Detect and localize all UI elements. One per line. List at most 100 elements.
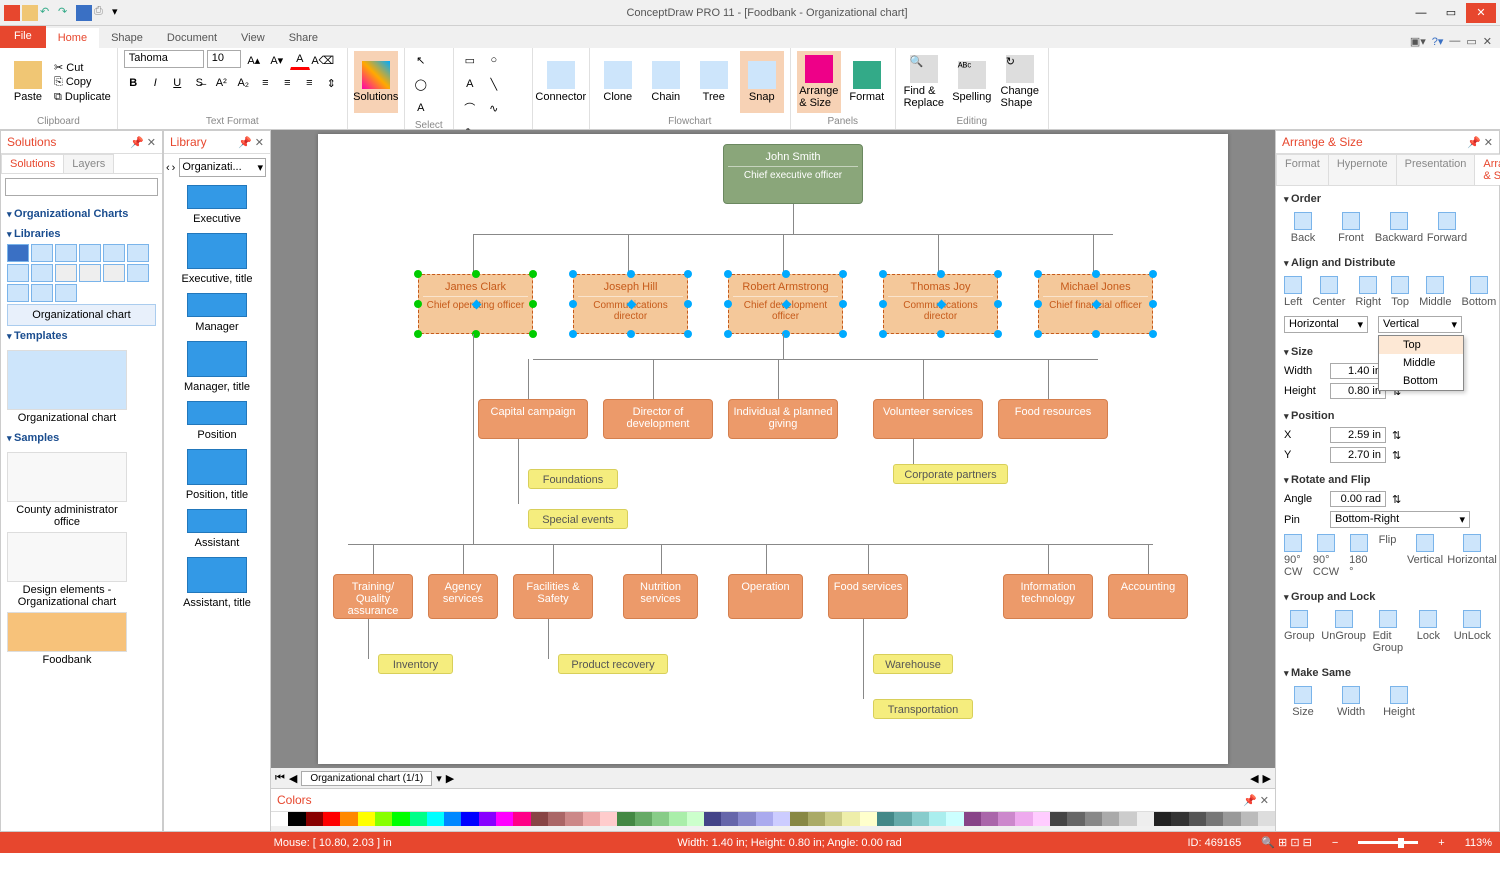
send-back-button[interactable]: Back [1284,212,1322,244]
color-swatch[interactable] [721,812,738,826]
text-box-icon[interactable]: A [460,74,480,94]
color-swatch[interactable] [704,812,721,826]
bring-front-button[interactable]: Front [1332,212,1370,244]
selection-handle[interactable] [414,300,422,308]
selection-handle[interactable] [782,270,790,278]
pin-icon[interactable]: 📌 [238,137,252,149]
selection-handle[interactable] [627,270,635,278]
selection-handle[interactable] [937,270,945,278]
sheet-tab[interactable]: Organizational chart (1/1) [301,771,432,786]
sample-thumb-2[interactable]: Design elements - Organizational chart [7,532,127,608]
library-selected[interactable]: Organizational chart [7,304,156,326]
selection-handle[interactable] [1034,330,1042,338]
selection-handle[interactable] [879,300,887,308]
status-zoom[interactable]: 113% [1465,837,1492,849]
bring-forward-button[interactable]: Forward [1428,212,1466,244]
undo-icon[interactable]: ↶ [40,5,56,21]
selection-handle[interactable] [1034,270,1042,278]
flip-horiz-button[interactable]: Horizontal [1453,534,1491,578]
same-size-button[interactable]: Size [1284,686,1322,718]
spelling-button[interactable]: ᴬᴮᶜSpelling [950,51,994,113]
close-panel-icon[interactable]: ✕ [255,137,264,149]
color-swatch[interactable] [427,812,444,826]
selection-handle[interactable] [1149,300,1157,308]
align-bottom-button[interactable]: Bottom [1461,276,1496,308]
underline-icon[interactable]: U [168,73,187,93]
selection-handle[interactable] [1092,270,1100,278]
y-input[interactable]: 2.70 in [1330,447,1386,463]
tab-menu-icon[interactable]: ▾ [436,772,442,785]
color-swatch[interactable] [860,812,877,826]
color-swatch[interactable] [1119,812,1136,826]
open-icon[interactable] [22,5,38,21]
color-swatch[interactable] [635,812,652,826]
doc-close-icon[interactable]: ✕ [1483,35,1492,48]
selection-handle[interactable] [529,330,537,338]
color-swatch[interactable] [288,812,305,826]
tab-shape[interactable]: Shape [99,28,155,48]
change-shape-button[interactable]: ↻Change Shape [998,51,1042,113]
selection-handle[interactable] [684,300,692,308]
selection-handle[interactable] [839,330,847,338]
zoom-slider[interactable] [1358,841,1418,844]
doc-minimize-icon[interactable]: — [1449,35,1460,48]
duplicate-button[interactable]: ⧉ Duplicate [54,91,111,104]
pin-icon[interactable]: 📌 [130,137,144,149]
same-width-button[interactable]: Width [1332,686,1370,718]
org-node[interactable]: John SmithChief executive officer [723,144,863,204]
doc-restore-icon[interactable]: ▭ [1466,35,1476,48]
popup-middle[interactable]: Middle [1379,354,1463,372]
color-swatch[interactable] [1154,812,1171,826]
same-height-button[interactable]: Height [1380,686,1418,718]
org-node[interactable]: Information technology [1003,574,1093,619]
rotate-180-button[interactable]: 180 ° [1349,534,1368,578]
subscript-icon[interactable]: A₂ [234,73,253,93]
line-tool-icon[interactable]: ╲ [484,74,504,94]
org-node[interactable]: Facilities & Safety [513,574,593,619]
org-node[interactable]: Individual & planned giving [728,399,838,439]
selection-handle[interactable] [724,330,732,338]
tab-presentation[interactable]: Presentation [1396,154,1476,185]
tab-format[interactable]: Format [1276,154,1329,185]
position-section[interactable]: Position [1284,407,1491,425]
tab-share[interactable]: Share [277,28,330,48]
org-node[interactable]: Food services [828,574,908,619]
color-swatch[interactable] [392,812,409,826]
selection-handle[interactable] [414,270,422,278]
selection-handle[interactable] [724,300,732,308]
curve-tool-icon[interactable]: ∿ [484,98,504,118]
distribute-vert-dropdown[interactable]: Vertical▾ Top Middle Bottom [1378,316,1462,333]
library-item[interactable]: Manager [168,293,266,333]
color-swatch[interactable] [323,812,340,826]
tab-home[interactable]: Home [46,28,99,48]
color-swatch[interactable] [912,812,929,826]
org-node[interactable]: Nutrition services [623,574,698,619]
org-node[interactable]: Agency services [428,574,498,619]
group-section[interactable]: Group and Lock [1284,588,1491,606]
color-swatch[interactable] [687,812,704,826]
library-dropdown[interactable]: Organizati...▾ [179,158,266,177]
color-swatch[interactable] [652,812,669,826]
selection-handle[interactable] [684,270,692,278]
pin-icon[interactable]: 📌 [1243,795,1257,807]
rect-tool-icon[interactable]: ▭ [460,50,480,70]
selection-handle[interactable] [1092,330,1100,338]
color-swatch[interactable] [271,812,288,826]
tree-button[interactable]: Tree [692,51,736,113]
sample-thumb-1[interactable]: County administrator office [7,452,127,528]
spinner-icon[interactable]: ⇅ [1392,493,1401,506]
org-node[interactable]: Training/ Quality assurance [333,574,413,619]
library-thumbs[interactable] [7,244,156,302]
color-swatch[interactable] [531,812,548,826]
close-panel-icon[interactable]: ✕ [147,137,156,149]
cat-org-charts[interactable]: Organizational Charts [7,204,156,224]
color-swatch[interactable] [600,812,617,826]
grow-font-icon[interactable]: A▴ [244,50,264,70]
bold-icon[interactable]: B [124,73,143,93]
align-top-button[interactable]: Top [1391,276,1409,308]
selection-handle[interactable] [937,330,945,338]
strike-icon[interactable]: S̶ [190,73,209,93]
selection-handle[interactable] [472,270,480,278]
font-select[interactable]: Tahoma [124,50,204,68]
solutions-search[interactable] [5,178,158,196]
